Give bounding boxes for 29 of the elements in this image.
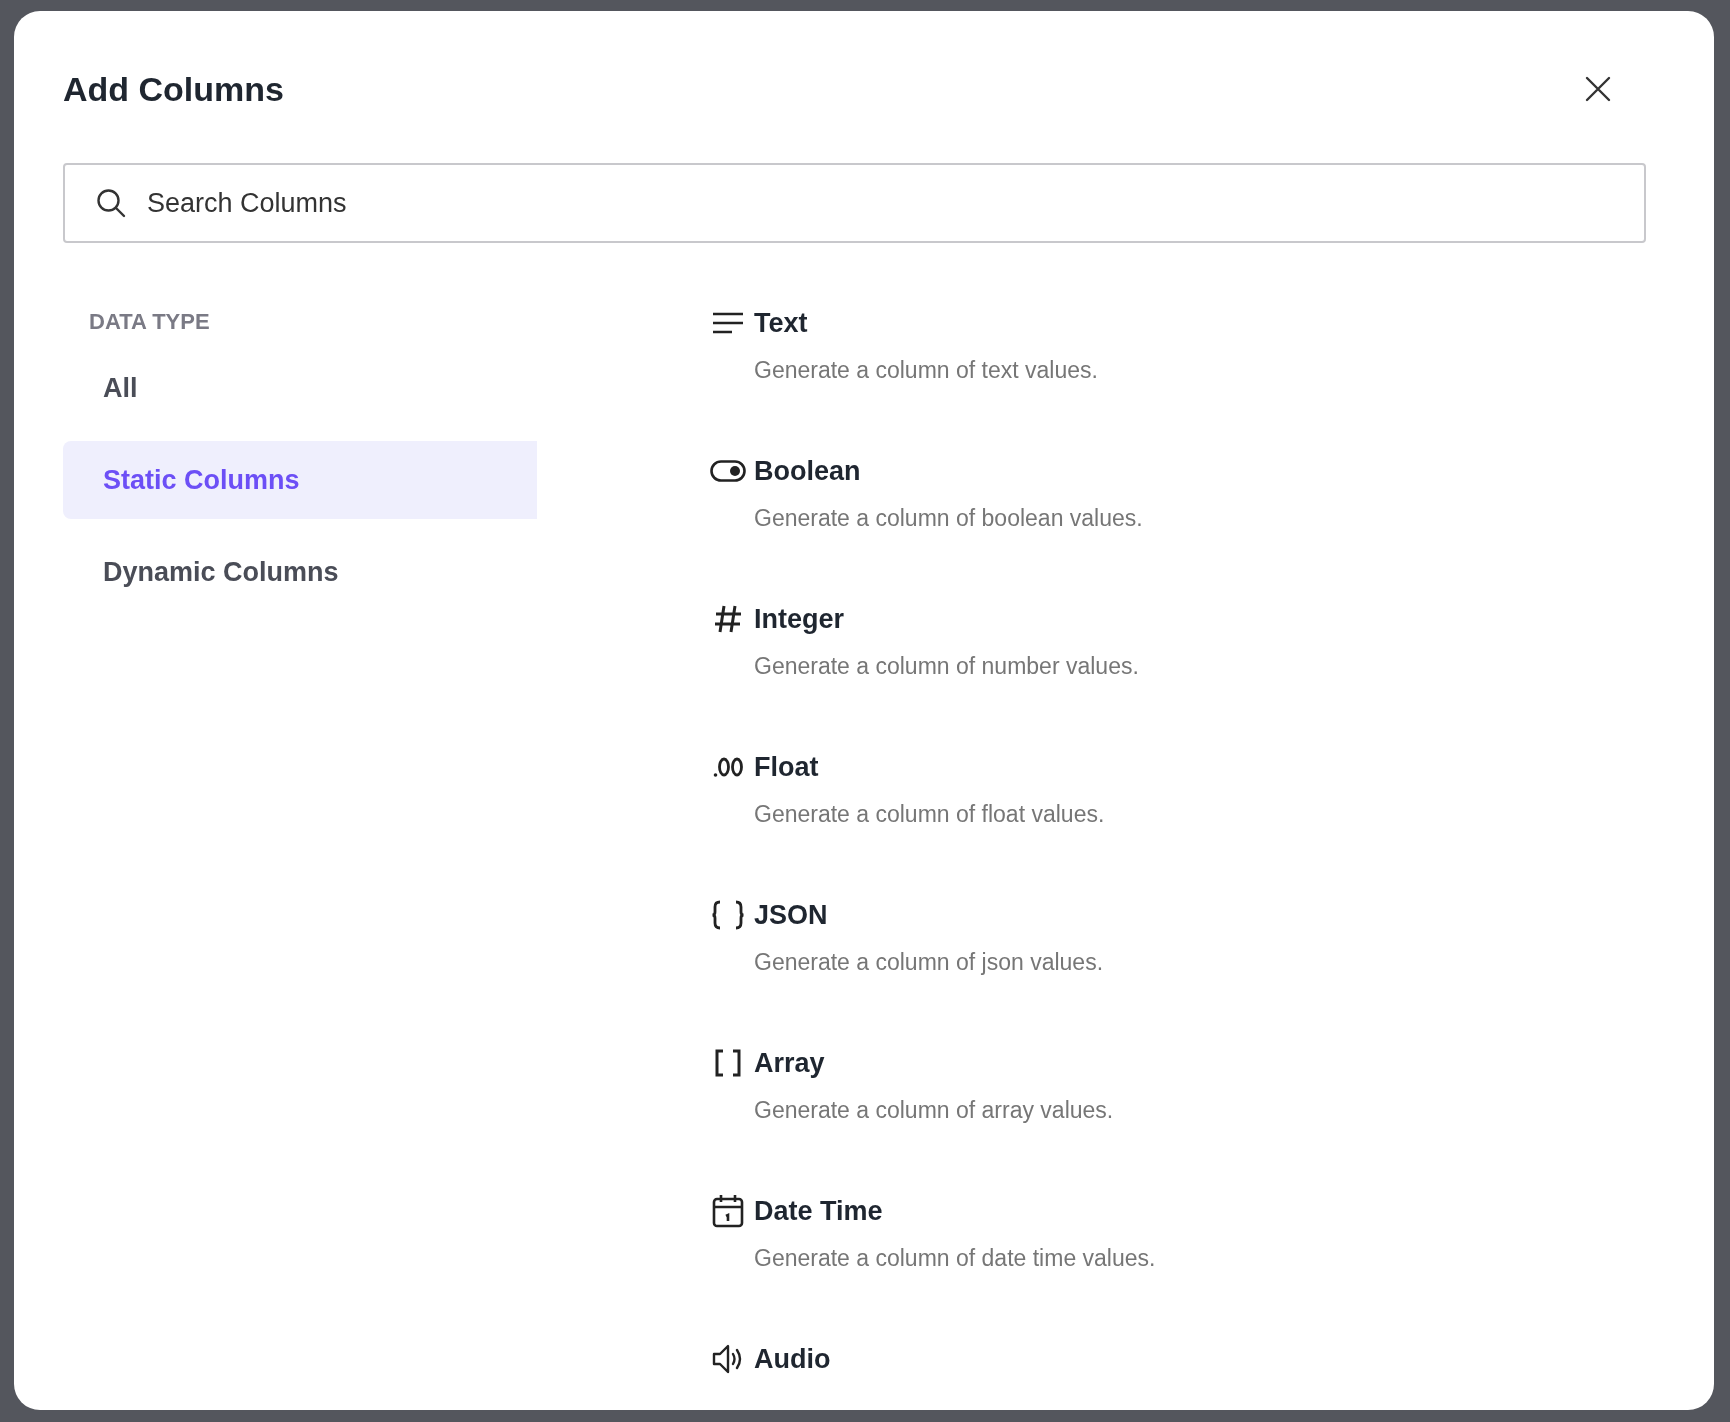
column-type-name[interactable]: Float xyxy=(754,751,819,783)
sidebar-item[interactable]: Dynamic Columns xyxy=(63,533,537,611)
column-type-name[interactable]: Text xyxy=(754,307,808,339)
column-type-name[interactable]: Integer xyxy=(754,603,845,635)
column-type-name[interactable]: JSON xyxy=(754,899,828,931)
column-type-name[interactable]: Date Time xyxy=(754,1195,883,1227)
sidebar-item[interactable]: Static Columns xyxy=(63,441,537,519)
column-type-description: Generate a column of boolean values. xyxy=(754,505,1144,532)
decimal-icon xyxy=(713,756,743,778)
hash-icon xyxy=(713,604,743,634)
dialog-title: Add Columns xyxy=(63,69,284,109)
search-field[interactable]: Search Columns xyxy=(63,163,1646,243)
column-type-description: Generate a column of date time values. xyxy=(754,1245,1157,1272)
toggle-icon xyxy=(710,460,746,482)
column-type-description: Generate a column of float values. xyxy=(754,801,1106,828)
column-type-description: Generate a column of array values. xyxy=(754,1097,1115,1124)
column-type-name[interactable]: Boolean xyxy=(754,455,861,487)
column-type-description: Generate a column of text values. xyxy=(754,357,1099,384)
column-type-name[interactable]: Array xyxy=(754,1047,825,1079)
speaker-icon xyxy=(712,1343,744,1375)
lines-icon xyxy=(712,312,744,334)
brackets-icon xyxy=(714,1049,742,1077)
column-type-name[interactable]: Audio xyxy=(754,1343,831,1375)
section-heading: DATA TYPE xyxy=(89,309,211,335)
braces-icon xyxy=(711,900,745,930)
sidebar-item[interactable]: All xyxy=(63,349,537,427)
calendar-icon xyxy=(712,1194,744,1228)
column-type-description: Generate a column of json values. xyxy=(754,949,1105,976)
column-type-description: Generate a column of number values. xyxy=(754,653,1140,680)
